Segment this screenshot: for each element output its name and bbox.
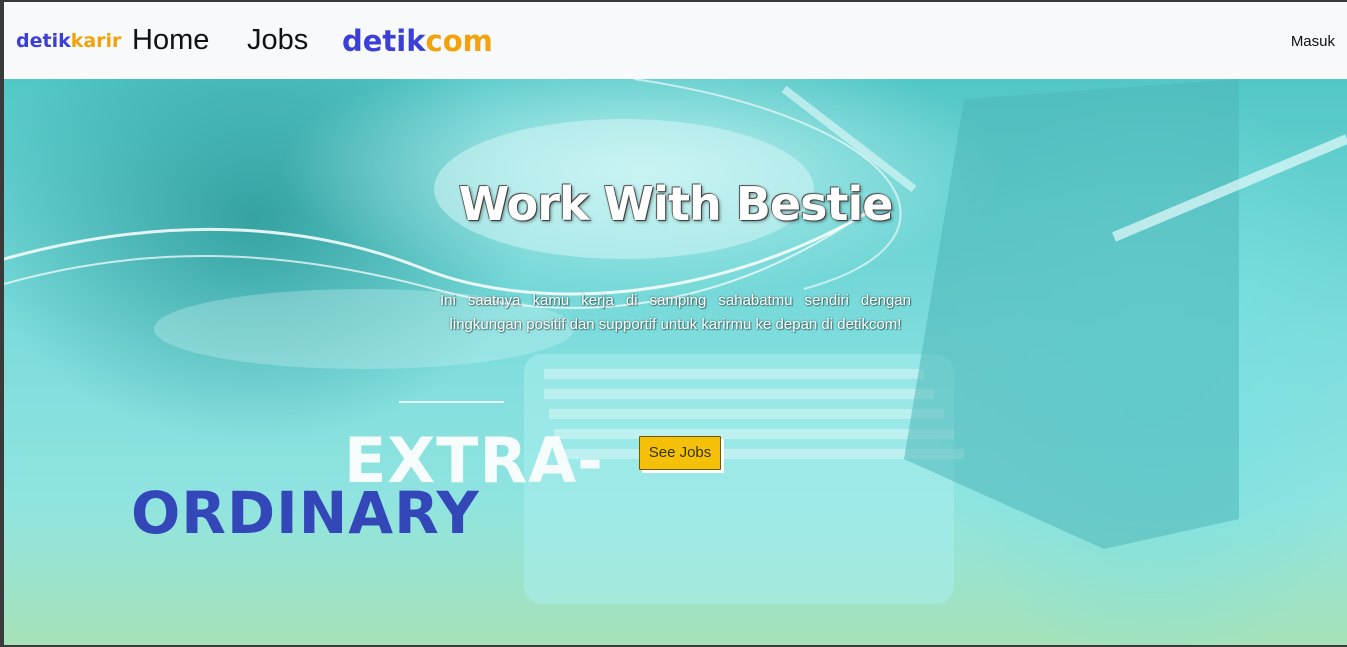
detikcom-logo[interactable]: detikcom [342, 24, 493, 58]
nav-home-link[interactable]: Home [132, 24, 209, 57]
browser-viewport: detikkarir Home Jobs detikcom Masuk Work… [4, 2, 1347, 645]
hero-background-illustration [4, 79, 1347, 604]
navbar: detikkarir Home Jobs detikcom Masuk [4, 2, 1347, 79]
logo-text-com: com [425, 24, 493, 58]
detikkarir-logo[interactable]: detikkarir [16, 30, 121, 52]
logo-text-detik: detik [342, 24, 426, 58]
nav-jobs-link[interactable]: Jobs [247, 24, 308, 57]
brand-text-karir: karir [70, 30, 122, 52]
hero-banner: Work With Bestie Ini saatnya kamu kerja … [4, 79, 1347, 645]
see-jobs-button[interactable]: See Jobs [639, 436, 721, 470]
background-text-ordinary: ORDINARY [131, 479, 480, 547]
login-link[interactable]: Masuk [1291, 33, 1335, 50]
hero-title: Work With Bestie [458, 177, 894, 231]
brand-text-detik: detik [16, 30, 71, 52]
hero-description: Ini saatnya kamu kerja di samping sahaba… [440, 292, 911, 333]
